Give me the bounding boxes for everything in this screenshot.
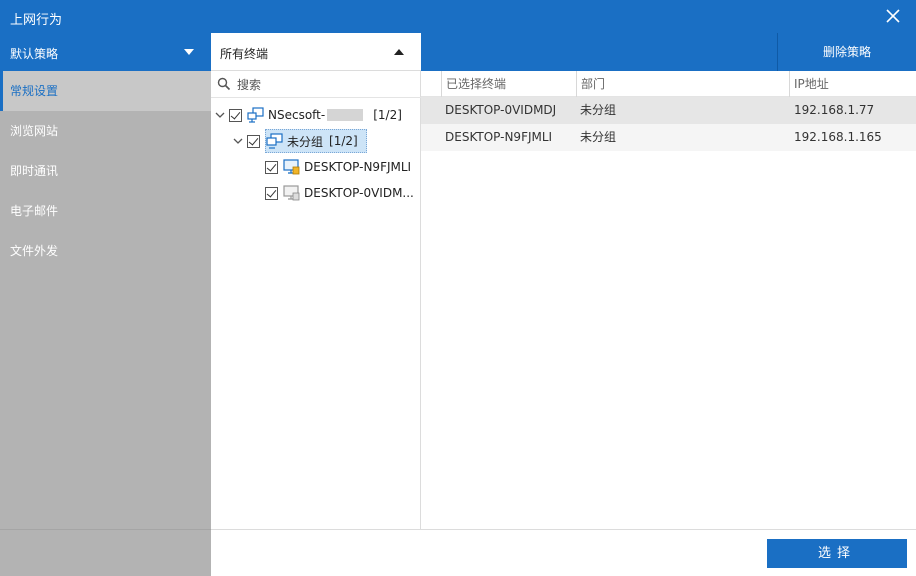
tree-node-count: [1/2] [373,108,402,122]
cell-department: 未分组 [580,130,617,144]
cell-department: 未分组 [580,103,617,117]
sidebar-item-browse-web[interactable]: 浏览网站 [0,111,211,151]
cell-ip: 192.168.1.77 [794,103,875,117]
sidebar-item-general[interactable]: 常规设置 [0,71,211,111]
tree-node-group-selection: 未分组 [1/2] [265,129,367,153]
policy-dropdown[interactable]: 默认策略 [0,33,211,71]
chevron-up-icon [394,49,404,55]
tree-node-device[interactable]: DESKTOP-0VIDM... [265,181,414,205]
tree-node-device[interactable]: DESKTOP-N9FJMLI [265,155,411,179]
computer-online-icon [283,159,300,175]
network-icon [247,107,264,123]
title-bar: 上网行为 [0,0,916,33]
tree-node-group[interactable]: 未分组 [1/2] [233,129,421,153]
tree-node-count: [1/2] [329,134,358,148]
redacted-text [327,109,364,121]
terminal-panel: 所有终端 NSecsoft- [1/2] [211,33,421,529]
chevron-down-icon [184,49,194,55]
checkbox-device[interactable] [265,160,278,174]
cell-ip: 192.168.1.165 [794,130,882,144]
policy-sidebar: 默认策略 常规设置 浏览网站 即时通讯 电子邮件 文件外发 [0,33,211,576]
policy-nav: 常规设置 浏览网站 即时通讯 电子邮件 文件外发 [0,71,211,271]
chevron-down-icon[interactable] [233,136,243,146]
table-header: 已选择终端 部门 IP地址 [421,71,916,97]
tree-node-root[interactable]: NSecsoft- [1/2] [215,103,402,127]
device-label: DESKTOP-N9FJMLI [304,160,412,174]
checkbox-root[interactable] [229,108,242,122]
computer-offline-icon [283,185,300,201]
tree-node-label: 未分组 [287,134,324,149]
sidebar-footer [0,529,211,576]
column-header-terminal[interactable]: 已选择终端 [441,71,576,97]
search-input[interactable] [237,75,412,94]
tree-node-label: NSecsoft- [268,108,326,122]
cell-terminal: DESKTOP-0VIDMDJ [445,103,557,117]
table-row[interactable]: DESKTOP-N9FJMLI 未分组 192.168.1.165 [421,124,916,151]
terminal-scope-label: 所有终端 [220,47,269,61]
chevron-down-icon[interactable] [215,110,225,120]
sidebar-item-email[interactable]: 电子邮件 [0,191,211,231]
column-header-department[interactable]: 部门 [576,71,789,97]
terminal-scope-dropdown[interactable]: 所有终端 [211,33,421,71]
sidebar-item-instant-messaging[interactable]: 即时通讯 [0,151,211,191]
device-label: DESKTOP-0VIDM... [304,186,414,200]
selected-terminals-panel: 删除策略 已选择终端 部门 IP地址 DESKTOP-0VIDMDJ 未分组 1… [421,33,916,529]
table-row[interactable]: DESKTOP-0VIDMDJ 未分组 192.168.1.77 [421,97,916,124]
select-button[interactable]: 选择 [767,539,907,568]
search-icon [217,77,231,91]
checkbox-group[interactable] [247,134,260,148]
monitor-group-icon [266,133,283,149]
footer-bar: 选择 [211,529,916,576]
column-header-ip[interactable]: IP地址 [789,71,916,97]
sidebar-item-file-outbound[interactable]: 文件外发 [0,231,211,271]
delete-policy-button[interactable]: 删除策略 [777,33,916,71]
selected-toolbar: 删除策略 [421,33,916,71]
close-icon[interactable] [884,7,902,25]
cell-terminal: DESKTOP-N9FJMLI [445,130,553,144]
window-title: 上网行为 [10,13,63,28]
policy-dropdown-label: 默认策略 [10,47,59,61]
checkbox-device[interactable] [265,186,278,200]
terminal-search [211,71,421,98]
